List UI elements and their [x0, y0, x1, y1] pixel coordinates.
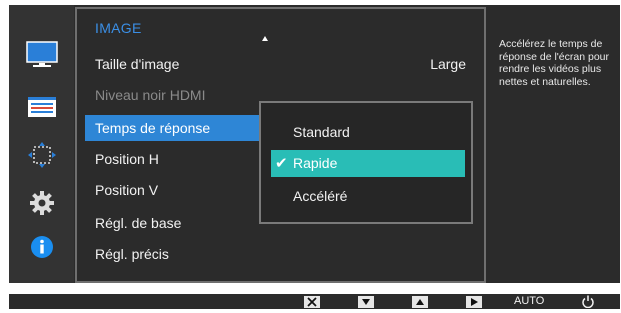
enter-icon[interactable]	[466, 296, 482, 308]
auto-button[interactable]: AUTO	[514, 294, 544, 309]
option-accelere[interactable]: Accéléré	[271, 183, 465, 210]
position-icon[interactable]	[25, 141, 59, 169]
close-icon[interactable]	[304, 296, 320, 308]
option-rapide[interactable]: ✔ Rapide	[271, 150, 465, 177]
menu-item-v-position[interactable]: Position V	[85, 177, 158, 203]
option-label: Standard	[293, 124, 350, 140]
menu-item-hdmi-black-level: Niveau noir HDMI	[95, 87, 206, 103]
picture-icon[interactable]	[25, 41, 59, 69]
menu-item-response-time[interactable]: Temps de réponse	[85, 115, 259, 141]
up-icon[interactable]	[412, 296, 428, 308]
settings-gear-icon[interactable]	[25, 189, 59, 217]
option-standard[interactable]: Standard	[271, 119, 465, 146]
image-size-value: Large	[430, 56, 466, 72]
menu-item-fine[interactable]: Régl. précis	[85, 241, 169, 267]
menu-title: IMAGE	[95, 20, 142, 36]
power-icon[interactable]	[581, 295, 595, 309]
response-time-submenu: Standard ✔ Rapide Accéléré	[259, 101, 473, 224]
scroll-up-icon	[262, 36, 268, 41]
onscreen-display-icon[interactable]	[25, 93, 59, 121]
option-label: Rapide	[293, 155, 338, 171]
menu-item-image-size[interactable]: Taille d'image	[85, 51, 179, 77]
menu-item-h-position[interactable]: Position H	[85, 146, 159, 172]
menu-item-coarse[interactable]: Régl. de base	[85, 210, 181, 236]
information-icon[interactable]	[25, 233, 59, 261]
help-text: Accélérez le temps de réponse de l'écran…	[499, 38, 609, 88]
sidebar-icon-bar	[9, 5, 74, 283]
down-icon[interactable]	[358, 296, 374, 308]
checkmark-icon: ✔	[275, 155, 288, 172]
option-label: Accéléré	[293, 188, 348, 204]
